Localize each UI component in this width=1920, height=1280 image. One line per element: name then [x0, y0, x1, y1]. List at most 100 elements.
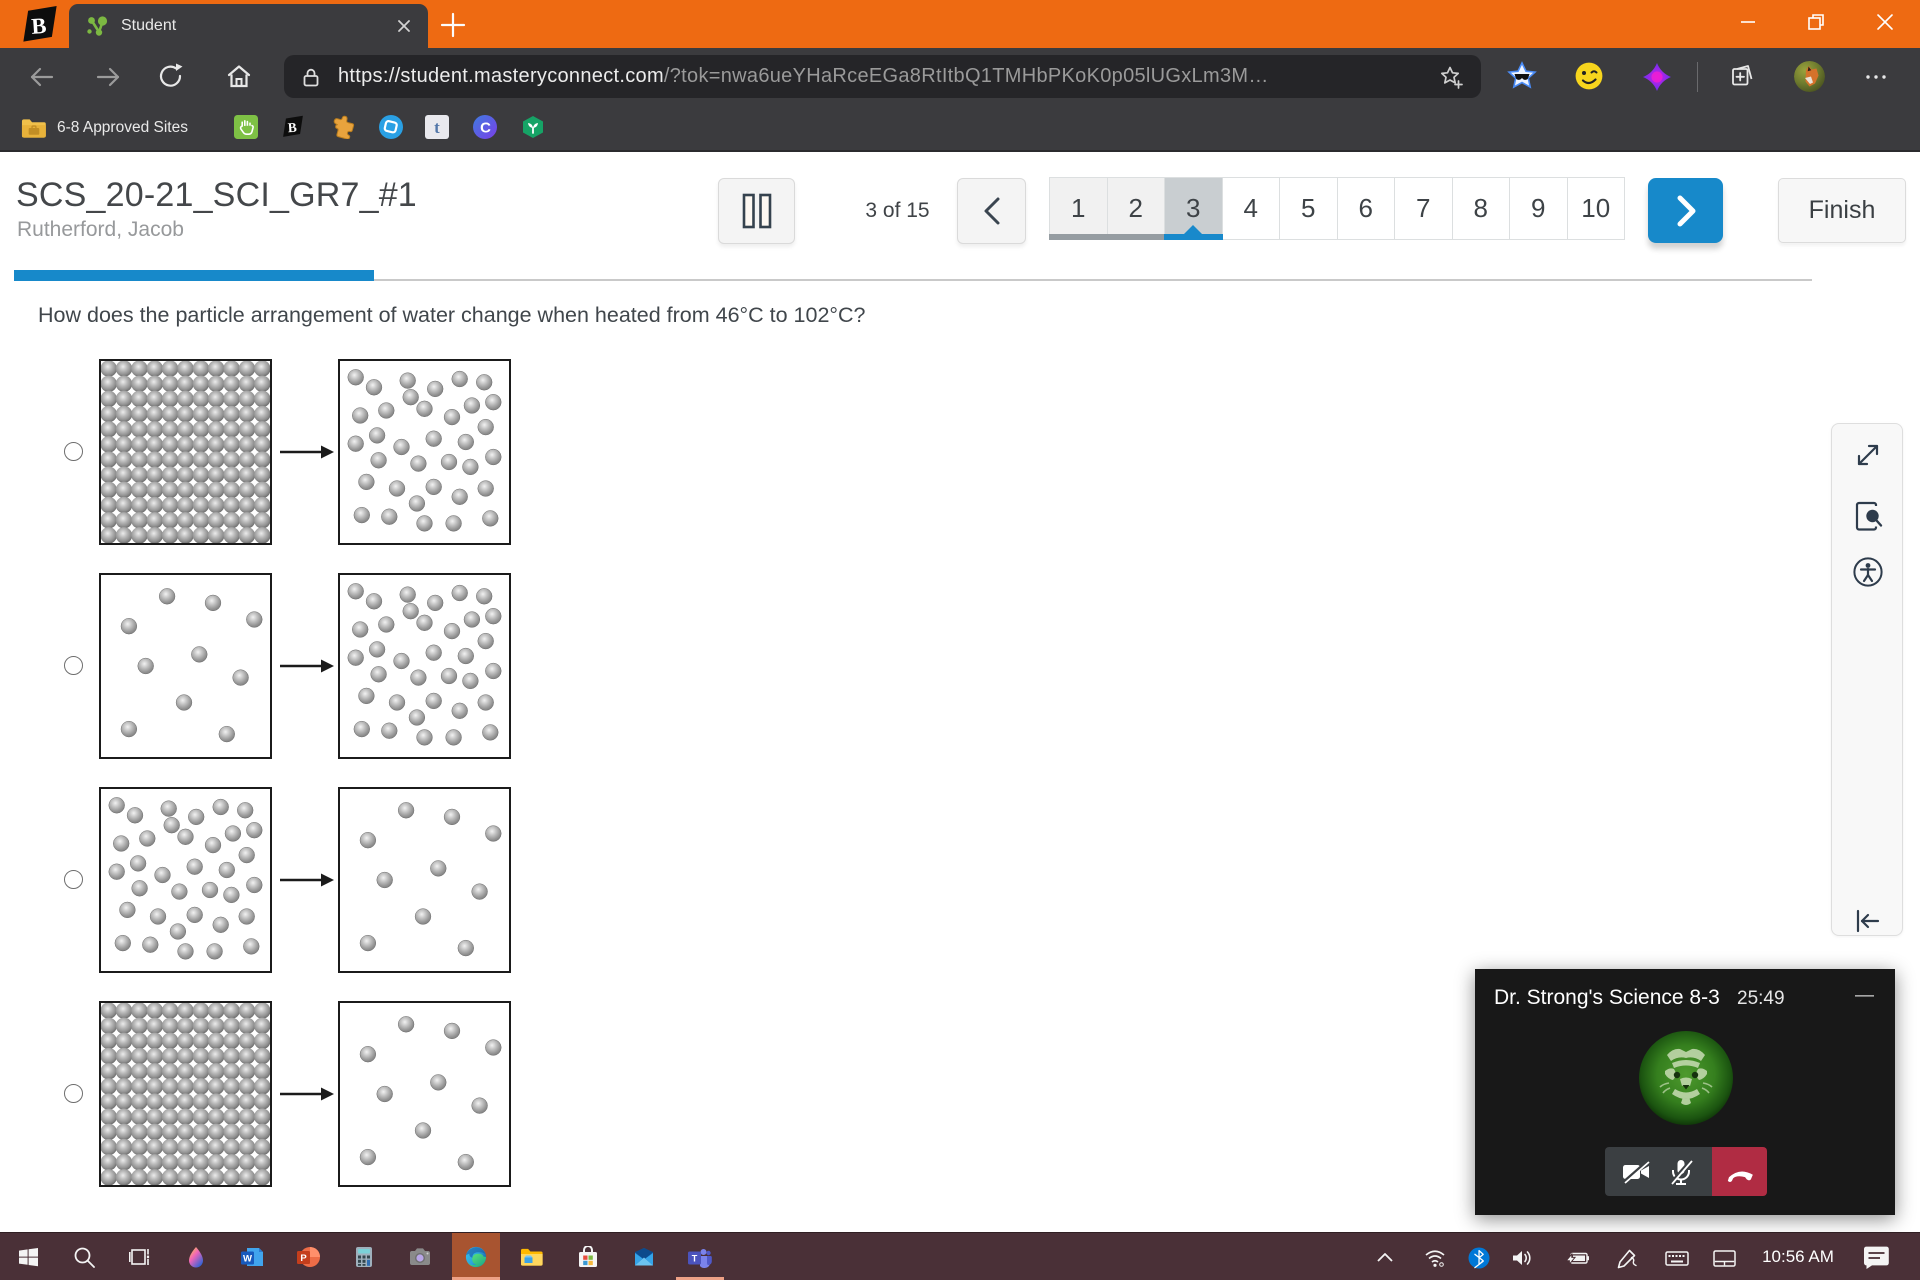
extension-star-sunglasses-icon[interactable] [1506, 61, 1538, 93]
finish-button[interactable]: Finish [1778, 178, 1906, 243]
page-button-10[interactable]: 10 [1567, 178, 1625, 240]
student-molecule-icon [86, 15, 108, 37]
answer-radio-1[interactable] [64, 442, 83, 461]
hex-sprout-icon[interactable] [521, 115, 545, 139]
taskbar-search-button[interactable] [60, 1233, 108, 1280]
call-controls [1605, 1147, 1767, 1196]
back-button[interactable] [27, 62, 57, 92]
t-tile-icon[interactable]: t [425, 115, 449, 139]
page-button-6[interactable]: 6 [1337, 178, 1395, 240]
taskbar-store-button[interactable] [564, 1233, 612, 1280]
taskbar-start-button[interactable] [4, 1233, 52, 1280]
page-button-1[interactable]: 1 [1049, 178, 1108, 240]
notification-center-button[interactable] [1862, 1245, 1892, 1269]
taskbar-camera-app-button[interactable] [396, 1233, 444, 1280]
extension-smiley-icon[interactable] [1574, 61, 1606, 93]
profile-avatar[interactable] [1794, 61, 1825, 92]
taskbar-explorer-button[interactable] [508, 1233, 556, 1280]
teams-call-popup[interactable]: Dr. Strong's Science 8-3 25:49 — [1475, 969, 1895, 1215]
blue-ring-icon[interactable] [379, 115, 403, 139]
pinned-tab-brainpop[interactable]: B [14, 6, 66, 44]
particle-box-before [99, 1001, 272, 1187]
tray-keyboard-icon[interactable] [1665, 1247, 1689, 1269]
forward-button[interactable] [93, 62, 123, 92]
explorer-icon [520, 1246, 544, 1268]
bookmarks-folder-label[interactable]: 6-8 Approved Sites [57, 119, 188, 137]
taskbar-clock[interactable]: 10:56 AM [1752, 1233, 1844, 1280]
tray-battery-icon[interactable] [1565, 1247, 1589, 1269]
page-button-3[interactable]: 3 [1164, 178, 1223, 240]
particle-box-before [99, 573, 272, 759]
browser-tab-student[interactable]: Student [69, 4, 428, 48]
particle-box-after [338, 359, 511, 545]
previous-question-button[interactable] [957, 178, 1026, 244]
add-favorite-button[interactable] [1438, 64, 1464, 90]
call-controls-group [1605, 1147, 1712, 1196]
window-close-button[interactable] [1862, 0, 1908, 44]
reload-button[interactable] [157, 62, 187, 92]
page-button-7[interactable]: 7 [1395, 178, 1453, 240]
page-button-8[interactable]: 8 [1452, 178, 1510, 240]
tray-pen-icon[interactable] [1616, 1247, 1638, 1269]
answer-radio-3[interactable] [64, 870, 83, 889]
hangup-button[interactable] [1712, 1147, 1767, 1196]
answer-radio-2[interactable] [64, 656, 83, 675]
progress-fill [14, 270, 374, 281]
puzzle-icon[interactable] [332, 115, 356, 139]
particle-box-before [99, 359, 272, 545]
tray-volume-icon[interactable] [1511, 1247, 1533, 1269]
search-icon [73, 1246, 95, 1268]
page-button-4[interactable]: 4 [1222, 178, 1280, 240]
url-text[interactable]: https://student.masteryconnect.com/?tok=… [338, 65, 1408, 88]
brainpop-icon[interactable]: B [281, 115, 305, 139]
current-page-pointer [1184, 225, 1203, 234]
browser-menu-button[interactable] [1861, 63, 1891, 91]
extension-purple-blob-icon[interactable] [1641, 61, 1673, 93]
taskbar-word-button[interactable]: W [228, 1233, 276, 1280]
taskbar-mail-button[interactable] [620, 1233, 668, 1280]
tray-bluetooth-icon[interactable] [1468, 1247, 1490, 1269]
collapse-panel-button[interactable] [1852, 905, 1884, 937]
taskbar-powerpoint-button[interactable]: P [284, 1233, 332, 1280]
pause-button[interactable] [718, 178, 795, 244]
particle-box-after [338, 1001, 511, 1187]
taskbar-edge-button[interactable] [452, 1233, 500, 1280]
hand-tile-icon[interactable] [234, 115, 258, 139]
taskbar-teams-button[interactable]: T [676, 1233, 724, 1280]
page-number: 9 [1531, 193, 1546, 223]
new-tab-button[interactable] [436, 9, 470, 41]
accessibility-button[interactable] [1852, 556, 1884, 588]
page-button-5[interactable]: 5 [1280, 178, 1338, 240]
answer-radio-4[interactable] [64, 1084, 83, 1103]
window-restore-button[interactable] [1793, 0, 1839, 44]
address-bar[interactable]: https://student.masteryconnect.com/?tok=… [284, 55, 1481, 98]
page-button-9[interactable]: 9 [1510, 178, 1568, 240]
folder-icon [21, 117, 46, 138]
page-number: 3 [1186, 193, 1201, 223]
clever-c-icon[interactable]: C [473, 115, 497, 139]
screen: B Student https://student.masteryconnect… [0, 0, 1920, 1280]
tray-touchpad-icon[interactable] [1713, 1247, 1736, 1269]
page-number: 4 [1243, 193, 1258, 223]
window-minimize-button[interactable] [1725, 0, 1771, 44]
camera-off-button[interactable] [1621, 1157, 1651, 1187]
arrow-right-icon [279, 1079, 335, 1109]
popup-minimize-button[interactable]: — [1855, 985, 1874, 1006]
home-button[interactable] [225, 62, 255, 92]
review-zoom-button[interactable] [1852, 500, 1884, 532]
taskbar-paint3d-button[interactable] [172, 1233, 220, 1280]
expand-button[interactable] [1852, 439, 1884, 471]
tray-wifi-icon[interactable] [1424, 1247, 1446, 1269]
tray-chevron-up-icon[interactable] [1374, 1247, 1396, 1269]
taskbar-taskview-button[interactable] [116, 1233, 164, 1280]
page-number: 5 [1301, 193, 1316, 223]
page-button-2[interactable]: 2 [1106, 178, 1165, 240]
collections-button[interactable] [1727, 61, 1759, 93]
taskbar-calculator-button[interactable] [340, 1233, 388, 1280]
arrow-right-icon [279, 651, 335, 681]
close-icon[interactable] [394, 16, 414, 36]
mic-off-button[interactable] [1666, 1157, 1696, 1187]
browser-toolbar: https://student.masteryconnect.com/?tok=… [0, 48, 1920, 105]
next-question-button[interactable] [1648, 178, 1723, 243]
meeting-title: Dr. Strong's Science 8-3 [1494, 986, 1720, 1009]
